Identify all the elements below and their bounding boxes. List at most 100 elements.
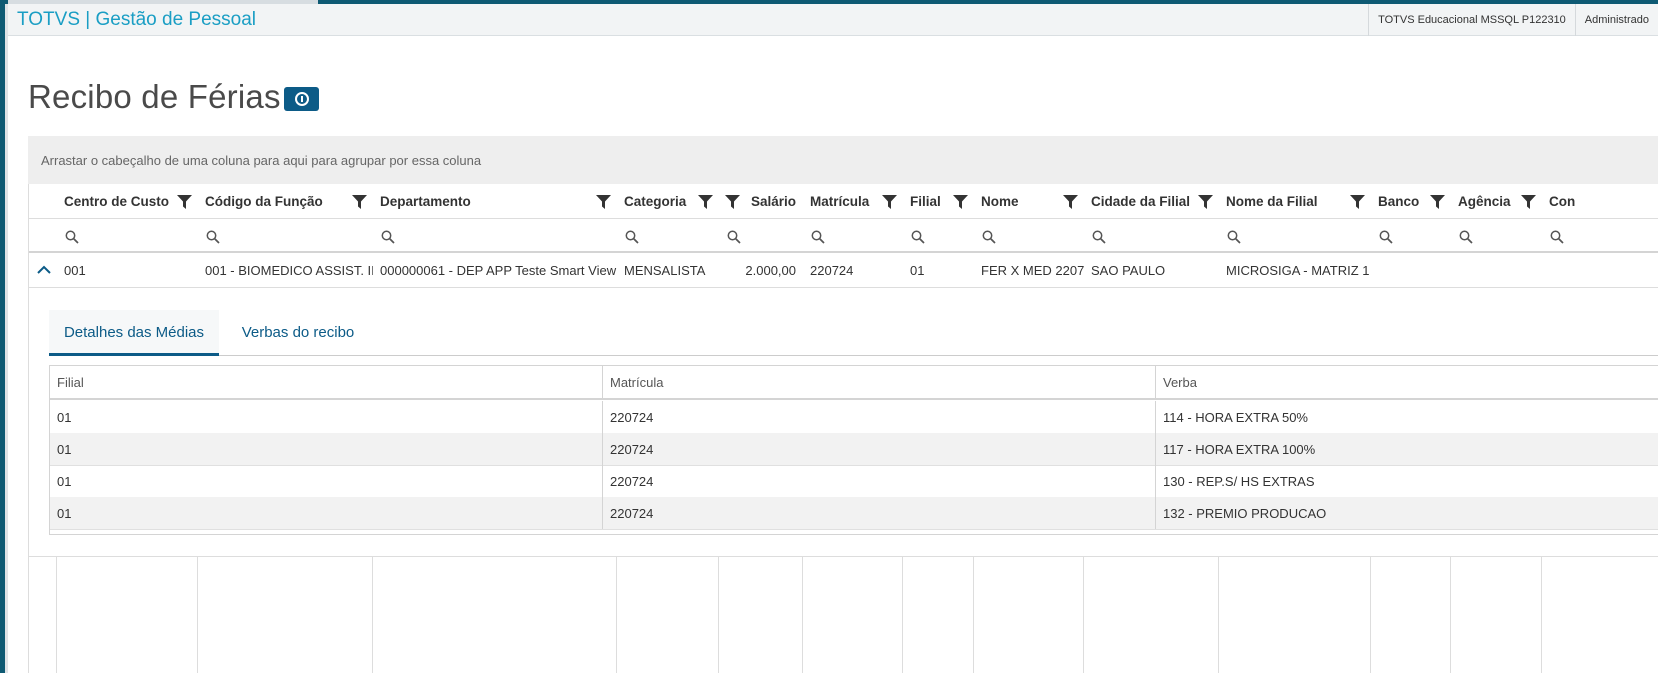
cell-salario: 2.000,00 [745, 263, 796, 278]
environment-label: TOTVS Educacional MSSQL P122310 [1368, 4, 1575, 36]
detail-tabs: Detalhes das Médias Verbas do recibo [49, 310, 1658, 356]
column-header-label: Filial [910, 194, 941, 209]
column-header-categoria[interactable]: Categoria [617, 184, 719, 218]
sub-column-header: Matrícula [603, 366, 1156, 398]
column-header-label: Centro de Custo [64, 194, 170, 209]
group-by-panel[interactable]: Arrastar o cabeçalho de uma coluna para … [28, 136, 1658, 184]
page-title: Recibo de Férias [28, 78, 281, 115]
filter-input-agencia[interactable] [1451, 219, 1542, 251]
column-header-label: Salário [750, 194, 796, 209]
expander-header [29, 184, 57, 218]
cell-filial: 01 [910, 263, 925, 278]
info-icon [294, 92, 309, 106]
sub-cell: 130 - REP.S/ HS EXTRAS [1163, 474, 1315, 489]
column-header-label: Departamento [380, 194, 471, 209]
funnel-icon[interactable] [882, 195, 897, 209]
funnel-icon[interactable] [725, 195, 740, 209]
funnel-icon[interactable] [1063, 195, 1078, 209]
funnel-icon[interactable] [1430, 195, 1445, 209]
user-menu[interactable]: Administrado [1574, 4, 1658, 36]
row-detail-panel: Detalhes das Médias Verbas do recibo Fil… [29, 288, 1658, 557]
receipt-grid: Centro de Custo Código da Função Departame… [28, 184, 1658, 673]
cell-banco [1371, 253, 1451, 287]
header-info: TOTVS Educacional MSSQL P122310 Administ… [1368, 4, 1658, 36]
search-icon [1092, 230, 1106, 244]
column-header-conta[interactable]: Con [1542, 184, 1642, 218]
table-row[interactable]: 01 220724 130 - REP.S/ HS EXTRAS [50, 465, 1658, 498]
funnel-icon[interactable] [1198, 195, 1213, 209]
column-header-salario[interactable]: Salário [719, 184, 803, 218]
filter-input-salario[interactable] [719, 219, 803, 251]
filter-input-banco[interactable] [1371, 219, 1451, 251]
column-header-centro_custo[interactable]: Centro de Custo [57, 184, 198, 218]
column-header-filial[interactable]: Filial [903, 184, 974, 218]
funnel-icon[interactable] [596, 195, 611, 209]
group-by-hint: Arrastar o cabeçalho de uma coluna para … [41, 153, 482, 168]
chevron-up-icon[interactable] [37, 265, 51, 275]
sub-cell: 220724 [603, 401, 1156, 433]
grid-filter-row [29, 219, 1658, 253]
table-row[interactable]: 01 220724 132 - PREMIO PRODUCAO [50, 497, 1658, 530]
tab-verbas-recibo[interactable]: Verbas do recibo [219, 310, 377, 356]
sub-column-header: Verba [1163, 375, 1197, 390]
funnel-icon[interactable] [352, 195, 367, 209]
app-title[interactable]: TOTVS | Gestão de Pessoal [17, 9, 256, 31]
row-expander[interactable] [29, 253, 57, 287]
column-header-label: Categoria [624, 194, 687, 209]
column-header-nome_filial[interactable]: Nome da Filial [1219, 184, 1371, 218]
filter-input-departamento[interactable] [373, 219, 617, 251]
filter-input-nome[interactable] [974, 219, 1084, 251]
filter-input-matricula[interactable] [803, 219, 903, 251]
funnel-icon[interactable] [1521, 195, 1536, 209]
column-header-label: Con [1549, 194, 1576, 209]
column-header-departamento[interactable]: Departamento [373, 184, 617, 218]
search-icon [65, 230, 79, 244]
column-header-label: Matrícula [810, 194, 870, 209]
grid-header-row: Centro de Custo Código da Função Departame… [29, 184, 1658, 219]
funnel-icon[interactable] [1350, 195, 1365, 209]
table-row[interactable]: 001 001 - BIOMEDICO ASSIST. II 000000061 -… [29, 253, 1658, 288]
info-button[interactable] [284, 87, 319, 111]
cell-matricula: 220724 [810, 263, 854, 278]
sub-cell: 01 [50, 433, 603, 465]
sub-cell: 01 [50, 465, 603, 497]
search-icon [727, 230, 741, 244]
sub-cell: 220724 [603, 497, 1156, 529]
search-icon [811, 230, 825, 244]
funnel-icon[interactable] [953, 195, 968, 209]
filter-input-categoria[interactable] [617, 219, 719, 251]
funnel-icon[interactable] [698, 195, 713, 209]
sub-column-header: Filial [50, 366, 603, 398]
medias-table: Filial Matrícula Verba 01 220724 114 - HORA E… [49, 365, 1658, 535]
column-header-agencia[interactable]: Agência [1451, 184, 1542, 218]
cell-nome: FER X MED 2207 [981, 263, 1084, 278]
column-header-cidade_filial[interactable]: Cidade da Filial [1084, 184, 1219, 218]
filter-input-conta[interactable] [1542, 219, 1642, 251]
cell-categoria: MENSALISTA [624, 263, 706, 278]
tab-detalhes-medias[interactable]: Detalhes das Médias [49, 310, 219, 356]
cell-centro_custo: 001 [64, 263, 86, 278]
sub-cell: 220724 [603, 433, 1156, 465]
sub-cell: 117 - HORA EXTRA 100% [1163, 442, 1316, 457]
window-left-border [0, 0, 8, 673]
column-header-matricula[interactable]: Matrícula [803, 184, 903, 218]
filter-input-codigo_funcao[interactable] [198, 219, 373, 251]
sub-cell: 01 [50, 497, 603, 529]
funnel-icon[interactable] [177, 195, 192, 209]
column-header-banco[interactable]: Banco [1371, 184, 1451, 218]
filter-input-cidade_filial[interactable] [1084, 219, 1219, 251]
cell-departamento: 000000061 - DEP APP Teste Smart View [380, 263, 617, 278]
column-header-label: Nome [981, 194, 1019, 209]
search-icon [982, 230, 996, 244]
table-row[interactable]: 01 220724 114 - HORA EXTRA 50% [50, 401, 1658, 434]
cell-codigo_funcao: 001 - BIOMEDICO ASSIST. II [205, 263, 373, 278]
filter-input-filial[interactable] [903, 219, 974, 251]
filter-input-centro_custo[interactable] [57, 219, 198, 251]
filter-input-nome_filial[interactable] [1219, 219, 1371, 251]
sub-cell: 01 [50, 401, 603, 433]
sub-header-row: Filial Matrícula Verba [50, 366, 1658, 400]
column-header-nome[interactable]: Nome [974, 184, 1084, 218]
column-header-codigo_funcao[interactable]: Código da Função [198, 184, 373, 218]
table-row[interactable]: 01 220724 117 - HORA EXTRA 100% [50, 433, 1658, 466]
search-icon [206, 230, 220, 244]
